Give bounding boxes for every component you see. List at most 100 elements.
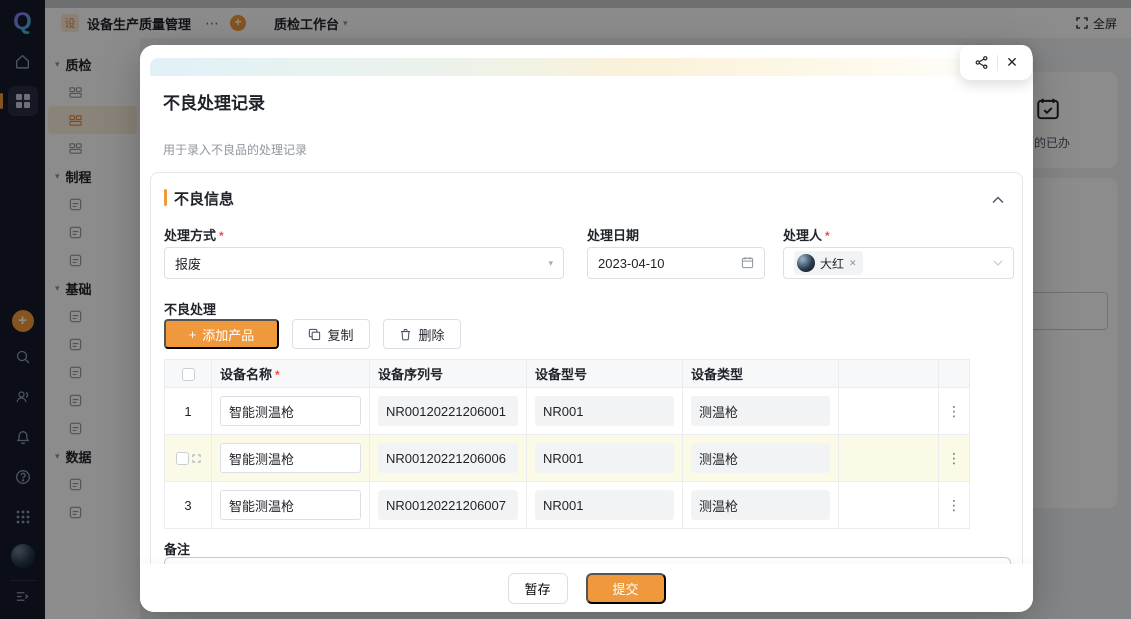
trash-icon bbox=[399, 328, 412, 341]
serial-value: NR00120221206006 bbox=[378, 443, 518, 473]
date-label: 处理日期 bbox=[587, 225, 639, 244]
remove-person-icon[interactable]: ✕ bbox=[849, 258, 857, 269]
defect-products-table: 设备名称* 设备序列号 设备型号 设备类型 1 NR00120221206001… bbox=[164, 359, 970, 529]
device-name-input[interactable] bbox=[220, 490, 361, 520]
modal-title: 不良处理记录 bbox=[163, 89, 265, 114]
type-cell: 测温枪 bbox=[683, 435, 839, 482]
spare-cell bbox=[839, 435, 939, 482]
select-all-cell bbox=[165, 360, 212, 388]
modal-subtitle: 用于录入不良品的处理记录 bbox=[163, 141, 307, 158]
model-value: NR001 bbox=[535, 443, 674, 473]
modal-action-pill: ✕ bbox=[960, 45, 1032, 80]
model-value: NR001 bbox=[535, 490, 674, 520]
divider bbox=[997, 55, 998, 71]
row-index[interactable]: 3 bbox=[165, 482, 212, 529]
close-button[interactable]: ✕ bbox=[1006, 54, 1018, 71]
subform-toolbar: + 添加产品 复制 删除 bbox=[164, 319, 461, 349]
kebab-menu-icon[interactable]: ⋮ bbox=[947, 403, 961, 419]
person-label: 处理人* bbox=[783, 225, 830, 244]
select-all-checkbox[interactable] bbox=[182, 368, 195, 381]
row-select[interactable] bbox=[165, 435, 212, 482]
label-text: 处理人 bbox=[783, 228, 822, 243]
row-index[interactable]: 1 bbox=[165, 388, 212, 435]
copy-button[interactable]: 复制 bbox=[292, 319, 370, 349]
model-cell: NR001 bbox=[527, 435, 683, 482]
table-header-row: 设备名称* 设备序列号 设备型号 设备类型 bbox=[165, 360, 970, 388]
caret-down-icon: ▾ bbox=[548, 258, 553, 269]
label-text: 处理方式 bbox=[164, 228, 216, 243]
drag-handle-icon[interactable] bbox=[192, 454, 201, 463]
column-header-model: 设备型号 bbox=[527, 360, 683, 388]
row-menu-cell: ⋮ bbox=[939, 388, 970, 435]
subform-label: 不良处理 bbox=[164, 299, 216, 318]
chevron-up-icon bbox=[992, 196, 1004, 204]
date-input[interactable]: 2023-04-10 bbox=[587, 247, 765, 279]
spare-cell bbox=[839, 482, 939, 529]
name-cell bbox=[212, 435, 370, 482]
required-mark: * bbox=[825, 229, 830, 243]
model-cell: NR001 bbox=[527, 482, 683, 529]
column-header-type: 设备类型 bbox=[683, 360, 839, 388]
save-draft-button[interactable]: 暂存 bbox=[508, 573, 568, 604]
serial-cell: NR00120221206001 bbox=[370, 388, 527, 435]
screen: Q + 设 设备生产质量管理 ⋯ bbox=[0, 0, 1131, 619]
required-mark: * bbox=[219, 229, 224, 243]
serial-cell: NR00120221206007 bbox=[370, 482, 527, 529]
model-cell: NR001 bbox=[527, 388, 683, 435]
add-product-button[interactable]: + 添加产品 bbox=[164, 319, 279, 349]
row-menu-cell: ⋮ bbox=[939, 435, 970, 482]
modal-gradient-band bbox=[150, 58, 1023, 76]
row-menu-cell: ⋮ bbox=[939, 482, 970, 529]
table-row-selected: NR00120221206006 NR001 测温枪 ⋮ bbox=[165, 435, 970, 482]
defect-info-card: 不良信息 处理方式* 处理日期 处理人* 报废 ▾ 2023-04-10 bbox=[150, 172, 1023, 612]
name-cell bbox=[212, 388, 370, 435]
column-header-spare bbox=[839, 360, 939, 388]
serial-value: NR00120221206001 bbox=[378, 396, 518, 426]
type-cell: 测温枪 bbox=[683, 388, 839, 435]
button-label: 复制 bbox=[327, 325, 353, 344]
method-label: 处理方式* bbox=[164, 225, 224, 244]
device-name-input[interactable] bbox=[220, 443, 361, 473]
serial-value: NR00120221206007 bbox=[378, 490, 518, 520]
copy-icon bbox=[308, 328, 321, 341]
kebab-menu-icon[interactable]: ⋮ bbox=[947, 497, 961, 513]
kebab-menu-icon[interactable]: ⋮ bbox=[947, 450, 961, 466]
column-header-actions bbox=[939, 360, 970, 388]
section-title: 不良信息 bbox=[174, 188, 234, 209]
device-name-input[interactable] bbox=[220, 396, 361, 426]
submit-button[interactable]: 提交 bbox=[586, 573, 666, 604]
serial-cell: NR00120221206006 bbox=[370, 435, 527, 482]
delete-button[interactable]: 删除 bbox=[383, 319, 461, 349]
type-value: 测温枪 bbox=[691, 490, 830, 520]
row-checkbox[interactable] bbox=[176, 452, 189, 465]
method-select[interactable]: 报废 ▾ bbox=[164, 247, 564, 279]
method-value: 报废 bbox=[175, 254, 201, 273]
name-cell bbox=[212, 482, 370, 529]
collapse-section-button[interactable] bbox=[992, 191, 1004, 209]
defect-record-modal: 不良处理记录 用于录入不良品的处理记录 不良信息 处理方式* 处理日期 处理人*… bbox=[140, 45, 1033, 612]
person-avatar bbox=[797, 254, 815, 272]
type-value: 测温枪 bbox=[691, 396, 830, 426]
column-header-serial: 设备序列号 bbox=[370, 360, 527, 388]
person-tag[interactable]: 大红 ✕ bbox=[794, 251, 863, 275]
person-name: 大红 bbox=[820, 255, 844, 272]
column-header-name: 设备名称* bbox=[212, 360, 370, 388]
type-cell: 测温枪 bbox=[683, 482, 839, 529]
table-row: 3 NR00120221206007 NR001 测温枪 ⋮ bbox=[165, 482, 970, 529]
column-label: 设备名称 bbox=[220, 367, 272, 382]
date-value: 2023-04-10 bbox=[598, 256, 665, 271]
remark-label: 备注 bbox=[164, 539, 190, 558]
modal-footer: 暂存 提交 bbox=[140, 564, 1033, 612]
person-select[interactable]: 大红 ✕ bbox=[783, 247, 1014, 279]
type-value: 测温枪 bbox=[691, 443, 830, 473]
button-label: 添加产品 bbox=[202, 325, 254, 344]
label-text: 处理日期 bbox=[587, 228, 639, 243]
model-value: NR001 bbox=[535, 396, 674, 426]
table-row: 1 NR00120221206001 NR001 测温枪 ⋮ bbox=[165, 388, 970, 435]
share-button[interactable] bbox=[974, 55, 989, 70]
plus-icon: + bbox=[189, 327, 197, 342]
section-accent-bar bbox=[164, 189, 167, 206]
chevron-down-icon bbox=[993, 258, 1003, 268]
calendar-icon bbox=[741, 256, 754, 271]
required-mark: * bbox=[275, 368, 280, 382]
